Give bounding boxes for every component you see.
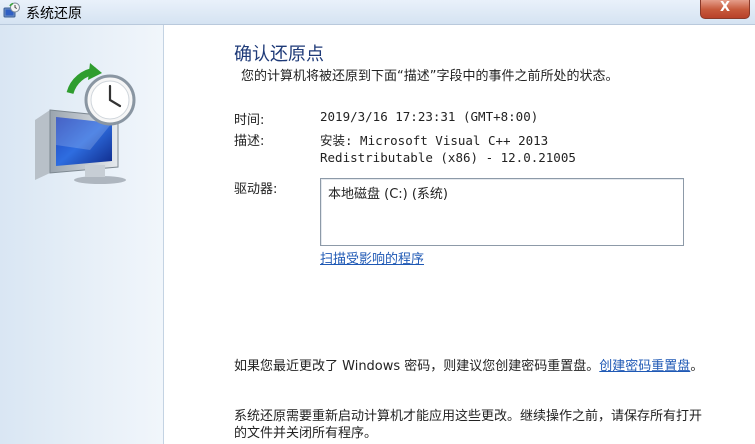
sidebar-panel	[0, 25, 164, 444]
system-restore-monitor-clock-icon	[35, 63, 136, 184]
description-value-line2: Redistributable (x86) - 12.0.21005	[320, 150, 576, 165]
system-restore-app-icon	[3, 2, 20, 18]
drives-label: 驱动器:	[234, 182, 278, 197]
scan-affected-programs-link[interactable]: 扫描受影响的程序	[320, 248, 424, 267]
page-subheading: 您的计算机将被还原到下面“描述”字段中的事件之前所处的状态。	[241, 69, 619, 84]
time-label: 时间:	[234, 113, 265, 128]
drives-list[interactable]: 本地磁盘 (C:) (系统)	[320, 178, 684, 246]
time-value: 2019/3/16 17:23:31 (GMT+8:00)	[320, 109, 539, 124]
page-heading: 确认还原点	[234, 44, 324, 65]
password-reset-text: 如果您最近更改了 Windows 密码，则建议您创建密码重置盘。	[234, 359, 600, 374]
drive-list-item[interactable]: 本地磁盘 (C:) (系统)	[328, 183, 448, 202]
password-reset-period: 。	[690, 359, 704, 374]
title-bar: 系统还原 X	[0, 0, 755, 25]
description-label: 描述:	[234, 134, 265, 149]
close-button[interactable]: X	[700, 0, 750, 19]
restart-warning: 系统还原需要重新启动计算机才能应用这些更改。继续操作之前，请保存所有打开的文件并…	[234, 409, 703, 441]
window-title: 系统还原	[26, 6, 82, 22]
description-value-line1: 安装: Microsoft Visual C++ 2013	[320, 133, 549, 148]
create-password-reset-disk-link[interactable]: 创建密码重置盘	[599, 359, 690, 374]
main-content: 确认还原点 您的计算机将被还原到下面“描述”字段中的事件之前所处的状态。 时间:…	[234, 25, 744, 444]
password-reset-note: 如果您最近更改了 Windows 密码，则建议您创建密码重置盘。创建密码重置盘。	[234, 358, 704, 375]
